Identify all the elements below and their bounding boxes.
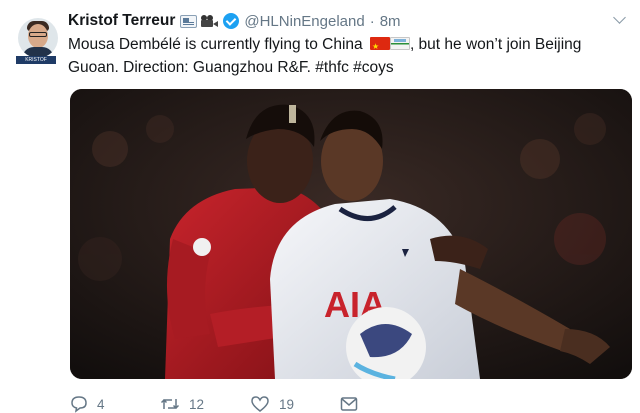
tweet-text-part1: Mousa Dembélé is currently flying to Chi…	[68, 36, 367, 53]
movie-camera-icon	[200, 15, 219, 27]
newspaper-icon	[180, 14, 198, 28]
like-button[interactable]: 19	[250, 395, 294, 413]
china-flag-icon	[369, 35, 390, 58]
retweet-icon	[160, 398, 180, 410]
reply-count: 4	[97, 396, 105, 412]
tweet-text: Mousa Dembélé is currently flying to Chi…	[68, 33, 628, 79]
author-avatar[interactable]: KRISTOF TERREUR	[8, 8, 58, 71]
tweet-header: Kristof Terreur @HLNinEngeland · 8m	[68, 11, 401, 31]
avatar-banner: KRISTOF TERREUR	[16, 56, 56, 71]
author-handle[interactable]: @HLNinEngeland	[244, 13, 364, 30]
tweet-timestamp[interactable]: 8m	[380, 13, 401, 30]
reply-icon	[71, 396, 87, 413]
direct-message-button[interactable]	[340, 396, 358, 412]
avatar-glasses	[29, 32, 47, 37]
tweet-photo[interactable]: AIA	[70, 89, 632, 379]
verified-badge-icon	[223, 13, 240, 29]
envelope-icon	[340, 397, 358, 411]
header-separator: ·	[369, 12, 375, 30]
like-count: 19	[279, 396, 295, 412]
heart-icon	[251, 396, 269, 412]
retweet-count: 12	[189, 396, 205, 412]
reply-button[interactable]: 4	[70, 395, 105, 413]
author-emoji	[180, 14, 219, 28]
author-name[interactable]: Kristof Terreur	[68, 12, 175, 30]
hong-kong-flag-icon	[389, 37, 410, 50]
chevron-down-icon[interactable]	[613, 11, 626, 24]
football-photo-illustration: AIA	[70, 89, 632, 379]
retweet-button[interactable]: 12	[160, 395, 204, 413]
avatar-photo	[18, 18, 58, 58]
